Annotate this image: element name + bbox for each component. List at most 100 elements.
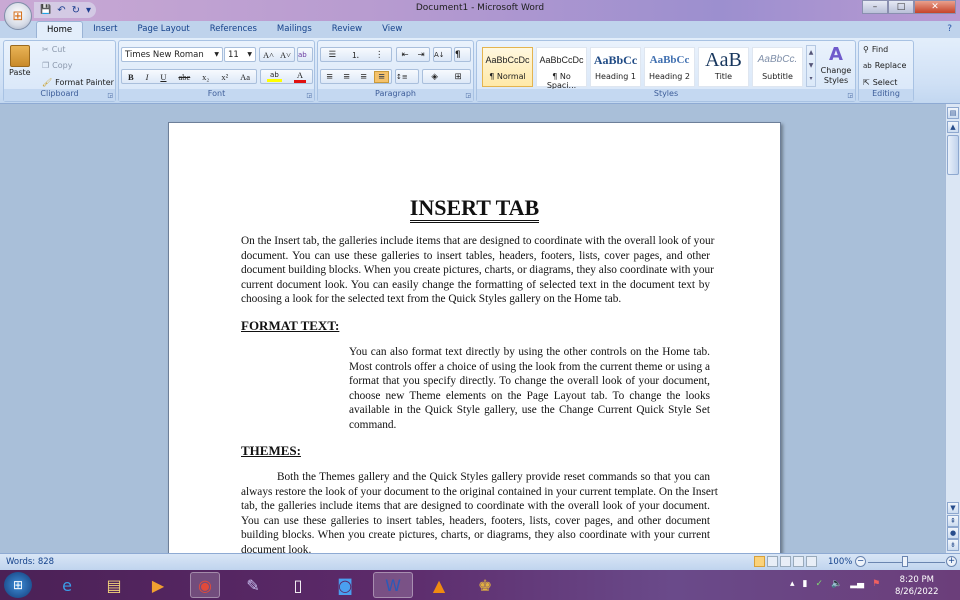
signal-icon[interactable]: ▂▄ (850, 579, 864, 589)
justify-button[interactable]: ≡ (373, 70, 390, 83)
paste-button[interactable]: Paste (9, 45, 31, 77)
document-page[interactable]: INSERT TAB On the Insert tab, the galler… (168, 122, 781, 553)
scroll-up-button[interactable]: ▲ (947, 121, 959, 133)
strikethrough-button[interactable]: abe (175, 72, 193, 82)
line-spacing-button[interactable]: ↕≡ (395, 69, 419, 84)
shading-button[interactable]: ◈ (428, 72, 441, 82)
tab-page-layout[interactable]: Page Layout (128, 21, 200, 38)
style-subtitle[interactable]: AaBbCc. Subtitle (752, 47, 803, 87)
chrome-icon[interactable]: ◉ (190, 572, 220, 598)
align-right-button[interactable]: ≡ (357, 72, 370, 82)
notepad-icon[interactable]: ▯ (283, 572, 313, 598)
find-button[interactable]: ⚲ Find (863, 45, 888, 54)
next-page-button[interactable]: ⇟ (947, 539, 959, 551)
minimize-button[interactable]: – (862, 0, 888, 14)
outline-view-button[interactable] (793, 556, 804, 567)
help-icon[interactable]: ? (947, 24, 952, 34)
word-taskbar-icon[interactable]: W (373, 572, 413, 598)
device-icon[interactable]: ▮ (803, 579, 808, 589)
tab-mailings[interactable]: Mailings (267, 21, 322, 38)
decrease-indent-button[interactable]: ⇤ (398, 50, 411, 60)
superscript-button[interactable]: x² (218, 72, 231, 82)
multilevel-list-button[interactable]: ⋮ (372, 50, 387, 60)
previous-page-button[interactable]: ⇞ (947, 515, 959, 527)
view-buttons (754, 556, 817, 567)
zoom-level[interactable]: 100% (828, 557, 852, 567)
style-no-spacing[interactable]: AaBbCcDc ¶ No Spaci... (536, 47, 587, 90)
tab-references[interactable]: References (200, 21, 267, 38)
style-heading-2[interactable]: AaBbCc Heading 2 (644, 47, 695, 87)
font-size-dropdown[interactable]: 11 ▼ (224, 47, 256, 62)
ruler-toggle-icon[interactable]: ▤ (947, 107, 959, 119)
cut-button[interactable]: ✂ Cut (42, 45, 66, 54)
close-button[interactable]: ✕ (914, 0, 956, 14)
grow-font-button[interactable]: A˄ (260, 50, 277, 60)
draft-view-button[interactable] (806, 556, 817, 567)
scroll-down-button[interactable]: ▼ (947, 502, 959, 514)
zoom-out-button[interactable]: − (855, 556, 866, 567)
vertical-scrollbar[interactable]: ▤ ▲ ▼ ⇞ ● ⇟ (945, 104, 960, 553)
file-explorer-icon[interactable]: ▤ (99, 572, 129, 598)
office-button[interactable]: ⊞ (4, 2, 32, 30)
style-heading-1[interactable]: AaBbCc Heading 1 (590, 47, 641, 87)
game-icon[interactable]: ♚ (470, 572, 500, 598)
style-normal[interactable]: AaBbCcDc ¶ Normal (482, 47, 533, 87)
web-layout-view-button[interactable] (780, 556, 791, 567)
subscript-button[interactable]: x₂ (199, 72, 212, 82)
bullets-button[interactable]: ☰ (326, 50, 340, 60)
style-title[interactable]: AaB Title (698, 47, 749, 87)
bold-button[interactable]: B (125, 72, 137, 82)
copy-button[interactable]: ❐ Copy (42, 61, 72, 70)
show-hidden-icons-icon[interactable]: ▴ (790, 579, 795, 589)
borders-button[interactable]: ⊞ (452, 72, 465, 82)
dialog-launcher-icon[interactable]: ◲ (847, 92, 853, 99)
styles-scroll[interactable]: ▲ ▼ ▾ (806, 45, 816, 87)
replace-button[interactable]: ab Replace (863, 61, 906, 70)
highlight-button[interactable]: ab (267, 71, 282, 82)
volume-icon[interactable]: 🔈 (831, 579, 842, 589)
app-icon[interactable]: ✎ (238, 572, 268, 598)
full-screen-reading-view-button[interactable] (767, 556, 778, 567)
paintbrush-icon: 🖌 (42, 78, 53, 87)
font-name-dropdown[interactable]: Times New Roman ▼ (121, 47, 223, 62)
dialog-launcher-icon[interactable]: ◲ (107, 92, 113, 99)
numbering-button[interactable]: ⒈ (348, 49, 363, 61)
clock[interactable]: 8:20 PM 8/26/2022 (895, 574, 939, 598)
print-layout-view-button[interactable] (754, 556, 765, 567)
italic-button[interactable]: I (143, 72, 152, 82)
internet-explorer-icon[interactable]: e (52, 572, 82, 598)
network-status-icon[interactable]: ✓ (815, 579, 823, 589)
sort-button[interactable]: A↓ (433, 47, 452, 62)
dialog-launcher-icon[interactable]: ◲ (306, 92, 312, 99)
change-styles-button[interactable]: A Change Styles (819, 44, 853, 86)
dialog-launcher-icon[interactable]: ◲ (465, 92, 471, 99)
maximize-button[interactable]: □ (888, 0, 914, 14)
scroll-thumb[interactable] (947, 135, 959, 175)
format-painter-button[interactable]: 🖌 Format Painter (42, 78, 114, 87)
center-button[interactable]: ≡ (340, 72, 353, 82)
select-button[interactable]: ⇱ Select (863, 78, 897, 87)
chevron-down-icon: ▼ (214, 51, 219, 58)
zoom-slider-thumb[interactable] (902, 556, 908, 567)
action-center-icon[interactable]: ⚑ (872, 579, 880, 589)
tab-insert[interactable]: Insert (83, 21, 127, 38)
zoom-in-button[interactable]: + (946, 556, 957, 567)
change-case-button[interactable]: Aa (237, 72, 253, 82)
media-player-icon[interactable]: ▶ (143, 572, 173, 598)
word-count[interactable]: Words: 828 (6, 557, 54, 567)
start-button[interactable]: ⊞ (4, 572, 32, 598)
font-color-button[interactable]: A (293, 70, 306, 83)
browse-object-button[interactable]: ● (947, 527, 959, 539)
tab-home[interactable]: Home (36, 21, 84, 38)
show-marks-button[interactable]: ¶ (454, 47, 471, 62)
shrink-font-button[interactable]: A˅ (277, 50, 294, 60)
tab-view[interactable]: View (372, 21, 412, 38)
bluetooth-app-icon[interactable]: ◙ (330, 572, 360, 598)
vlc-icon[interactable]: ▲ (424, 572, 454, 598)
underline-button[interactable]: U (157, 72, 169, 82)
clear-formatting-button[interactable]: ab (297, 47, 313, 62)
paragraph-themes: Both the Themes gallery and the Quick St… (241, 471, 718, 553)
align-left-button[interactable]: ≡ (323, 72, 336, 82)
increase-indent-button[interactable]: ⇥ (414, 50, 427, 60)
tab-review[interactable]: Review (322, 21, 372, 38)
